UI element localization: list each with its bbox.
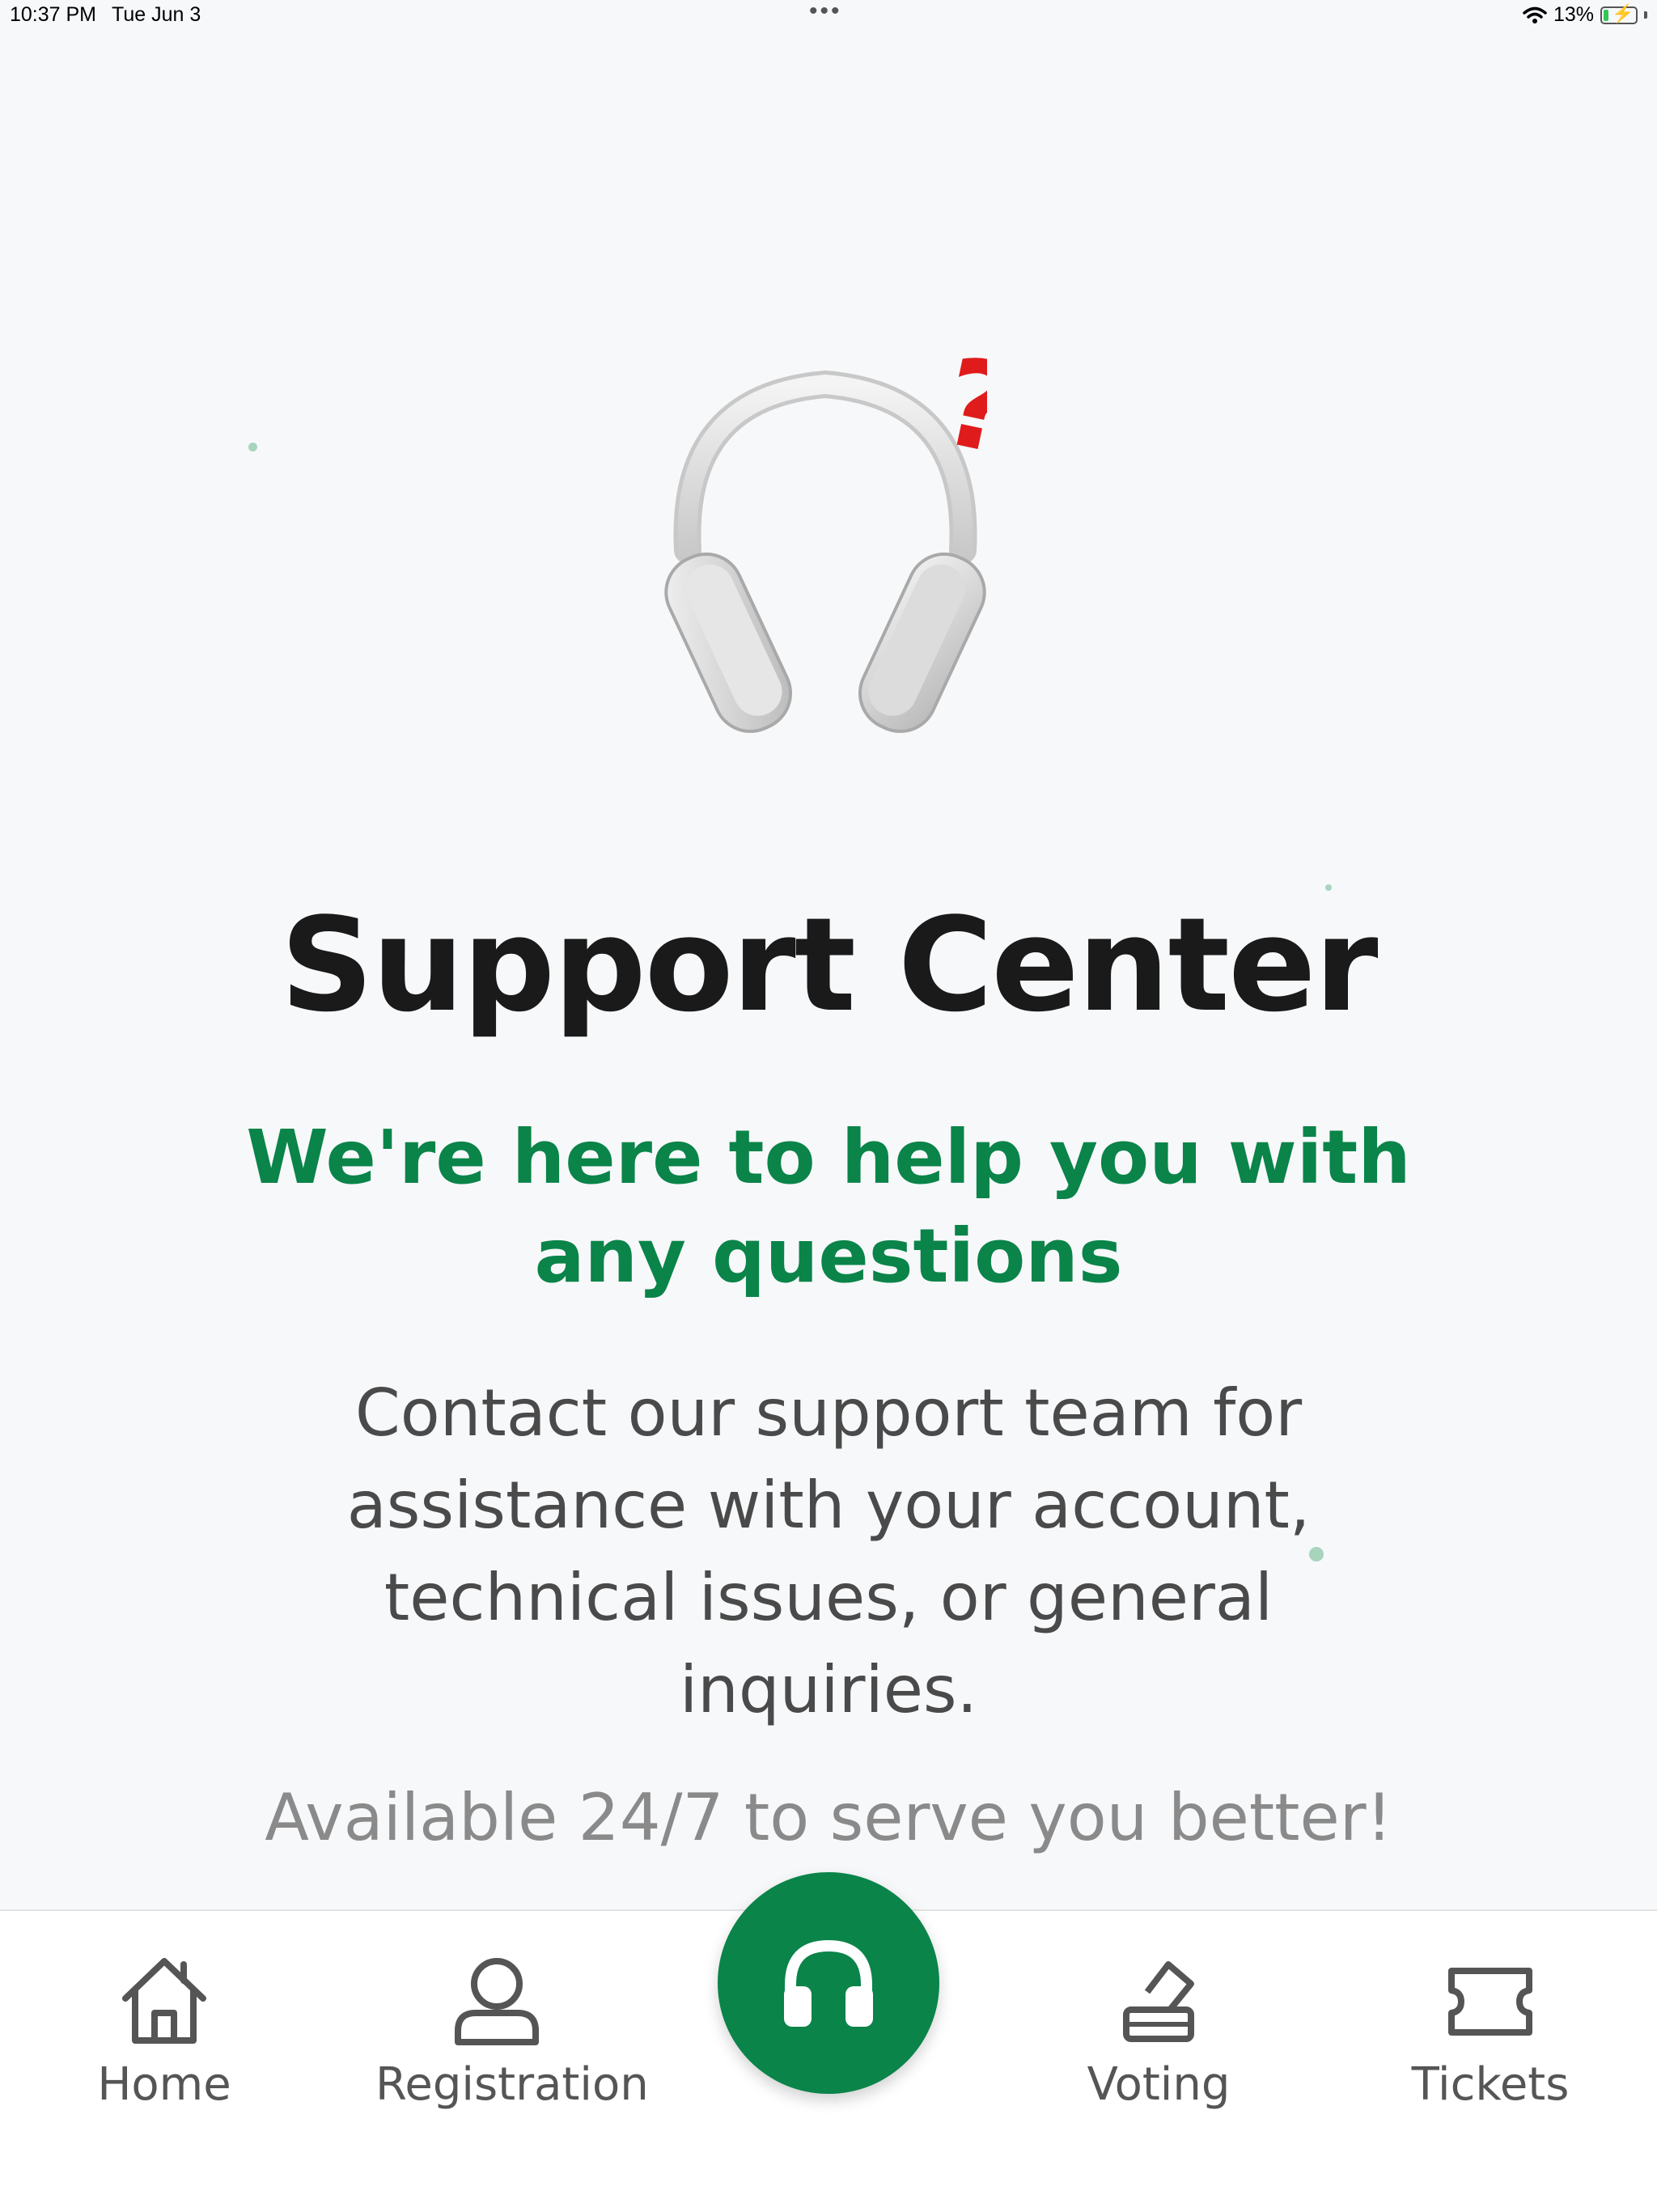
home-icon <box>122 1958 206 2044</box>
nav-label-registration: Registration <box>375 2058 649 2111</box>
status-date: Tue Jun 3 <box>112 3 201 26</box>
headphones-question-icon: ? <box>664 348 987 733</box>
battery-charging-icon: ⚡ <box>1600 3 1638 24</box>
status-bar: 10:37 PM Tue Jun 3 ••• 13% ⚡ <box>0 0 1657 34</box>
ticket-icon <box>1448 1968 1532 2036</box>
status-right: 13% ⚡ <box>1523 3 1647 27</box>
headphones-icon <box>784 1939 873 2027</box>
voting-icon <box>1123 1961 1194 2042</box>
user-icon <box>455 1958 539 2045</box>
status-time: 10:37 PM <box>10 3 97 26</box>
page-title: Support Center <box>280 889 1379 1040</box>
battery-percent: 13% <box>1553 3 1594 26</box>
nav-label-home: Home <box>97 2058 231 2111</box>
wifi-icon <box>1523 6 1547 23</box>
nav-item-voting[interactable]: Voting <box>1037 1953 1280 2111</box>
nav-label-voting: Voting <box>1087 2058 1231 2111</box>
nav-item-tickets[interactable]: Tickets <box>1369 1953 1612 2111</box>
support-center-button[interactable] <box>718 1872 939 2094</box>
nav-item-registration[interactable]: Registration <box>375 1953 649 2111</box>
nav-item-home[interactable]: Home <box>43 1953 286 2111</box>
subtitle: We're here to help you with any question… <box>246 1114 1411 1299</box>
availability-note: Available 24/7 to serve you better! <box>265 1780 1392 1855</box>
multitasking-dots-icon[interactable]: ••• <box>809 0 842 23</box>
nav-label-tickets: Tickets <box>1411 2058 1570 2111</box>
svg-text:?: ? <box>930 348 987 484</box>
decorative-dot <box>248 443 257 451</box>
description: Contact our support team for assistance … <box>346 1375 1311 1727</box>
